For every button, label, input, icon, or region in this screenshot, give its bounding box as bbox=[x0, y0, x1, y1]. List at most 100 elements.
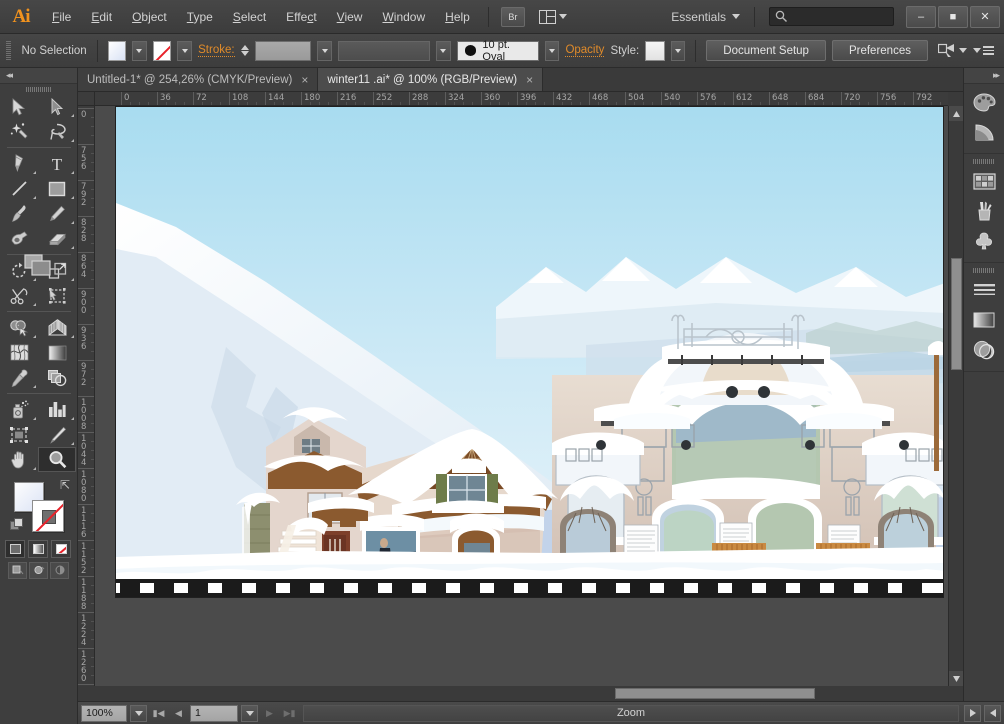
perspective-grid-tool[interactable] bbox=[38, 315, 76, 340]
blob-brush-tool[interactable] bbox=[0, 226, 38, 251]
type-tool[interactable]: T bbox=[38, 151, 76, 176]
fill-dropdown-button[interactable] bbox=[132, 41, 147, 61]
document-tab-untitled[interactable]: Untitled-1* @ 254,26% (CMYK/Preview) × bbox=[78, 68, 318, 91]
status-expand-left[interactable] bbox=[984, 705, 1001, 722]
menu-file[interactable]: File bbox=[42, 7, 81, 27]
symbols-panel-icon[interactable] bbox=[964, 226, 1004, 256]
menu-object[interactable]: Object bbox=[122, 7, 177, 27]
swap-fill-stroke-icon[interactable]: ⇱ bbox=[60, 478, 70, 492]
search-input[interactable] bbox=[769, 7, 894, 26]
gradient-tool[interactable] bbox=[38, 340, 76, 365]
bridge-icon[interactable]: Br bbox=[501, 7, 525, 27]
scroll-down-button[interactable] bbox=[949, 671, 964, 686]
document-tab-winter11[interactable]: winter11 .ai* @ 100% (RGB/Preview) × bbox=[318, 68, 543, 91]
brush-definition-box[interactable]: 10 pt. Oval bbox=[457, 41, 539, 61]
page-dropdown[interactable] bbox=[241, 705, 258, 722]
minimize-button[interactable]: – bbox=[906, 6, 936, 28]
maximize-button[interactable]: ■ bbox=[938, 6, 968, 28]
rectangle-tool[interactable] bbox=[38, 176, 76, 201]
stroke-color-box[interactable] bbox=[32, 500, 64, 532]
pen-tool[interactable] bbox=[0, 151, 38, 176]
hand-tool[interactable] bbox=[0, 447, 38, 472]
document-setup-button[interactable]: Document Setup bbox=[706, 40, 826, 61]
line-segment-tool[interactable] bbox=[0, 176, 38, 201]
control-bar-grip[interactable] bbox=[6, 41, 11, 61]
first-page-icon[interactable]: ▮◀ bbox=[150, 705, 167, 722]
stroke-label[interactable]: Stroke: bbox=[198, 44, 234, 57]
brush-definition-dropdown[interactable] bbox=[545, 41, 560, 61]
artboard-tool[interactable] bbox=[0, 422, 38, 447]
preferences-button[interactable]: Preferences bbox=[832, 40, 928, 61]
menu-help[interactable]: Help bbox=[435, 7, 480, 27]
symbol-sprayer-tool[interactable] bbox=[0, 397, 38, 422]
paintbrush-tool[interactable] bbox=[0, 201, 38, 226]
artboard[interactable] bbox=[115, 106, 944, 598]
gradient-mode-button[interactable] bbox=[28, 540, 48, 558]
workspace-switcher[interactable]: Essentials bbox=[671, 7, 894, 27]
close-icon[interactable]: × bbox=[301, 73, 308, 87]
status-expand-right[interactable] bbox=[964, 705, 981, 722]
free-transform-tool[interactable] bbox=[38, 283, 76, 308]
collapse-panel-icon[interactable]: ◂◂ bbox=[0, 68, 77, 84]
vertical-scroll-thumb[interactable] bbox=[951, 258, 962, 370]
fill-color-swatch[interactable] bbox=[108, 41, 126, 61]
brushes-panel-icon[interactable] bbox=[964, 196, 1004, 226]
color-mode-button[interactable] bbox=[5, 540, 25, 558]
draw-normal-button[interactable] bbox=[8, 562, 27, 579]
last-page-icon[interactable]: ▶▮ bbox=[281, 705, 298, 722]
vertical-ruler[interactable]: 07 5 67 9 28 2 88 6 49 0 09 3 69 7 21 0 … bbox=[78, 106, 95, 686]
eraser-tool[interactable] bbox=[38, 226, 76, 251]
change-screen-mode-button[interactable] bbox=[24, 254, 52, 279]
stroke-color-swatch[interactable] bbox=[153, 41, 171, 61]
eyedropper-tool[interactable] bbox=[0, 365, 38, 390]
canvas-area[interactable] bbox=[95, 106, 948, 686]
blend-tool[interactable] bbox=[38, 365, 76, 390]
previous-page-icon[interactable]: ◀ bbox=[170, 705, 187, 722]
stroke-panel-icon[interactable] bbox=[964, 275, 1004, 305]
close-icon[interactable]: × bbox=[526, 73, 533, 87]
scroll-up-button[interactable] bbox=[949, 106, 964, 121]
stroke-weight-input[interactable] bbox=[255, 41, 312, 61]
horizontal-scrollbar[interactable] bbox=[95, 686, 948, 701]
draw-inside-button[interactable] bbox=[50, 562, 69, 579]
dock-grip[interactable] bbox=[964, 266, 1004, 275]
dock-grip[interactable] bbox=[964, 157, 1004, 166]
stroke-dropdown-button[interactable] bbox=[177, 41, 192, 61]
shape-builder-tool[interactable] bbox=[0, 315, 38, 340]
horizontal-sc roll-thumb[interactable] bbox=[615, 688, 815, 699]
menu-type[interactable]: Type bbox=[177, 7, 223, 27]
opacity-label[interactable]: Opacity bbox=[565, 44, 604, 57]
expand-panels-icon[interactable]: ▸▸ bbox=[964, 68, 1004, 84]
menu-window[interactable]: Window bbox=[372, 7, 435, 27]
horizontal-ruler[interactable]: 0367210814418021625228832436039643246850… bbox=[95, 92, 948, 106]
swatches-panel-icon[interactable] bbox=[964, 166, 1004, 196]
stroke-profile-dropdown[interactable] bbox=[436, 41, 451, 61]
transparency-panel-icon[interactable] bbox=[964, 335, 1004, 365]
color-panel-icon[interactable] bbox=[964, 87, 1004, 117]
status-text[interactable]: Zoom bbox=[303, 705, 959, 722]
next-page-icon[interactable]: ▶ bbox=[261, 705, 278, 722]
zoom-level-dropdown[interactable] bbox=[130, 705, 147, 722]
stroke-profile-input[interactable] bbox=[338, 41, 430, 61]
menu-edit[interactable]: Edit bbox=[81, 7, 122, 27]
pencil-tool[interactable] bbox=[38, 201, 76, 226]
graphic-style-dropdown[interactable] bbox=[671, 41, 686, 61]
graphic-style-swatch[interactable] bbox=[645, 41, 664, 61]
column-graph-tool[interactable] bbox=[38, 397, 76, 422]
menu-effect[interactable]: Effect bbox=[276, 7, 326, 27]
scissors-tool[interactable] bbox=[0, 283, 38, 308]
page-number-input[interactable]: 1 bbox=[190, 705, 238, 722]
stroke-weight-stepper[interactable] bbox=[241, 45, 249, 56]
stroke-weight-dropdown[interactable] bbox=[317, 41, 332, 61]
vertical-scrollbar[interactable] bbox=[948, 106, 963, 686]
direct-selection-tool[interactable] bbox=[38, 94, 76, 119]
zoom-level-input[interactable]: 100% bbox=[81, 705, 127, 722]
zoom-tool[interactable] bbox=[38, 447, 76, 472]
none-mode-button[interactable] bbox=[51, 540, 71, 558]
magic-wand-tool[interactable] bbox=[0, 119, 38, 144]
menu-select[interactable]: Select bbox=[223, 7, 276, 27]
slice-tool[interactable] bbox=[38, 422, 76, 447]
lasso-tool[interactable] bbox=[38, 119, 76, 144]
selection-tool[interactable] bbox=[0, 94, 38, 119]
color-guide-panel-icon[interactable] bbox=[964, 117, 1004, 147]
